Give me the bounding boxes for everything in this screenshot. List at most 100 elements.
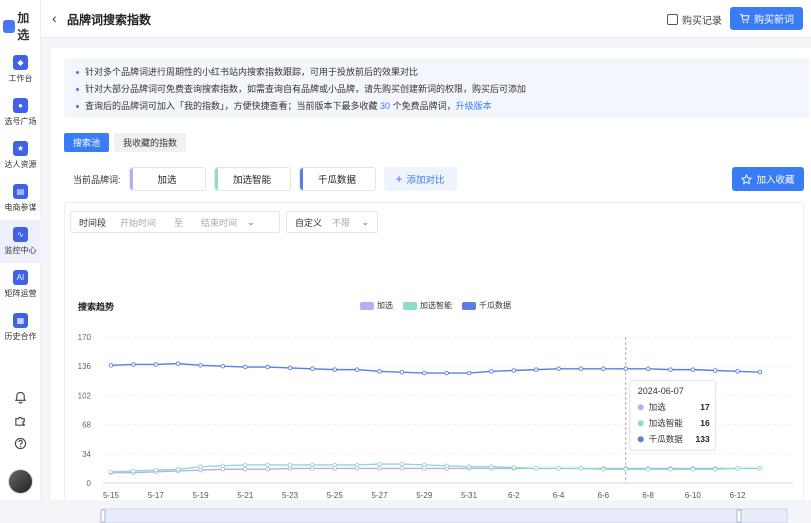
sidebar-item[interactable]: ▦ 历史合作 bbox=[0, 306, 41, 349]
main-panel: 针对多个品牌词进行周期性的小红书站内搜索指数跟踪，可用于投放前后的效果对比 针对… bbox=[51, 48, 811, 523]
data-point bbox=[444, 370, 449, 376]
puzzle-icon[interactable] bbox=[0, 409, 41, 432]
notice-text: 个免费品牌词， bbox=[392, 101, 456, 111]
sidebar-item[interactable]: ▤ 电商参谋 bbox=[0, 177, 41, 220]
data-point bbox=[489, 369, 494, 374]
logo-icon bbox=[3, 19, 16, 33]
sidebar: 加选 ◆ 工作台 ● 选号广场 ★ 达人资源 ▤ 电商参谋 ∿ 监控中心 AI 矩阵运营 ▦ 历史合作 bbox=[0, 0, 41, 500]
tooltip-marker bbox=[637, 436, 644, 443]
data-point bbox=[265, 462, 270, 468]
sidebar-item-label: 历史合作 bbox=[4, 332, 37, 341]
star-folder-icon: ★ bbox=[13, 141, 28, 156]
top-bar: ‹ 品牌词搜索指数 购买记录 购买新词 bbox=[41, 0, 811, 38]
legend-item[interactable]: 加选智能 bbox=[403, 300, 452, 311]
zoom-handle-right[interactable] bbox=[736, 509, 742, 523]
data-point bbox=[757, 369, 763, 375]
notice-text: 查询后的品牌词可加入「我的指数」，方便快捷查看；当前版本下最多收藏 bbox=[85, 101, 378, 111]
tooltip-date: 2024-06-07 bbox=[638, 386, 684, 396]
data-point bbox=[108, 363, 114, 368]
tooltip-value: 17 bbox=[700, 402, 710, 412]
filter-bar: 时间段 开始时间 至 结束时间 ⌄ 自定义 不限 ⌄ bbox=[70, 211, 378, 233]
data-point bbox=[332, 462, 338, 468]
brand-name: 加选智能 bbox=[233, 175, 272, 186]
data-point bbox=[533, 367, 539, 372]
data-point bbox=[131, 362, 136, 367]
period-label: 时间段 bbox=[79, 217, 107, 228]
data-point bbox=[466, 370, 472, 376]
brand-chip[interactable]: 加选智能 bbox=[213, 167, 291, 191]
data-point bbox=[712, 368, 718, 373]
end-date-input[interactable]: 结束时间 bbox=[201, 216, 237, 229]
sidebar-item-label: 选号广场 bbox=[4, 117, 37, 126]
trend-chart[interactable]: 0 34 68 102 136 170 5-15 5-17 5-19 5-21 5-23 5-25 5-… bbox=[65, 323, 803, 523]
data-point bbox=[533, 466, 539, 471]
custom-select[interactable]: 自定义 不限 ⌄ bbox=[286, 211, 378, 233]
x-tick-label: 5-27 bbox=[372, 491, 389, 500]
sidebar-item-label: 工作台 bbox=[8, 74, 33, 83]
avatar[interactable] bbox=[8, 469, 33, 494]
zoom-handle-left[interactable] bbox=[100, 509, 106, 523]
tooltip-value: 16 bbox=[700, 418, 710, 428]
data-point bbox=[623, 366, 628, 372]
sidebar-item[interactable]: ◆ 工作台 bbox=[0, 48, 41, 91]
data-point bbox=[198, 464, 203, 469]
buy-new-word-button[interactable]: 购买新词 bbox=[730, 7, 803, 30]
tooltip-series-name: 加选 bbox=[649, 402, 667, 412]
purchase-record-link[interactable]: 购买记录 bbox=[667, 12, 722, 27]
document-icon bbox=[667, 14, 678, 25]
tooltip-marker bbox=[637, 420, 644, 427]
brand-chip[interactable]: 千瓜数据 bbox=[298, 167, 376, 191]
chart-title: 搜索趋势 bbox=[78, 302, 115, 312]
brand-selector: 当前品牌词: 加选 加选智能 千瓜数据 + 添加对比 bbox=[73, 167, 457, 191]
sidebar-item[interactable]: AI 矩阵运营 bbox=[0, 263, 41, 306]
add-favorite-button[interactable]: 加入收藏 bbox=[732, 167, 804, 191]
tooltip-value: 133 bbox=[696, 434, 710, 444]
data-point bbox=[287, 365, 293, 371]
data-point bbox=[690, 467, 696, 472]
x-tick-label: 5-25 bbox=[327, 491, 344, 500]
data-point bbox=[243, 364, 248, 370]
brand-chip[interactable]: 加选 bbox=[128, 167, 206, 191]
plus-icon: + bbox=[395, 172, 403, 186]
x-tick-label: 6-8 bbox=[642, 491, 654, 500]
chart-legend: 加选 加选智能 千瓜数据 bbox=[360, 300, 511, 311]
user-icon: ● bbox=[13, 98, 28, 113]
data-point bbox=[287, 462, 293, 468]
data-point bbox=[354, 367, 360, 372]
legend-swatch bbox=[360, 301, 374, 310]
data-point bbox=[399, 369, 405, 375]
date-range-picker[interactable]: 时间段 开始时间 至 结束时间 ⌄ bbox=[70, 211, 280, 233]
app-logo[interactable]: 加选 bbox=[3, 9, 40, 43]
start-date-input[interactable]: 开始时间 bbox=[120, 216, 156, 229]
data-point bbox=[668, 467, 673, 472]
zoom-slider-track bbox=[102, 508, 788, 523]
data-point bbox=[444, 463, 449, 469]
add-compare-button[interactable]: + 添加对比 bbox=[383, 167, 457, 191]
sidebar-item[interactable]: ● 选号广场 bbox=[0, 91, 41, 134]
chevron-down-icon: ⌄ bbox=[361, 216, 369, 227]
legend-swatch bbox=[403, 301, 417, 310]
x-tick-label: 5-29 bbox=[416, 491, 433, 500]
data-point bbox=[511, 368, 517, 373]
help-icon[interactable] bbox=[0, 432, 41, 455]
data-point bbox=[108, 469, 114, 475]
legend-item[interactable]: 千瓜数据 bbox=[462, 300, 511, 311]
page-title: 品牌词搜索指数 bbox=[67, 13, 152, 27]
tab-my-favorites[interactable]: 我收藏的指数 bbox=[114, 133, 187, 152]
data-point bbox=[623, 467, 628, 472]
bell-icon[interactable] bbox=[0, 386, 41, 409]
legend-swatch bbox=[462, 301, 476, 310]
back-arrow-icon[interactable]: ‹ bbox=[52, 10, 57, 26]
x-tick-label: 5-19 bbox=[193, 491, 210, 500]
data-point bbox=[243, 467, 248, 472]
sidebar-item[interactable]: ∿ 监控中心 bbox=[0, 220, 41, 263]
tooltip-series-name: 千瓜数据 bbox=[649, 434, 684, 444]
legend-item[interactable]: 加选 bbox=[360, 300, 393, 311]
data-point bbox=[377, 461, 382, 467]
sidebar-item[interactable]: ★ 达人资源 bbox=[0, 134, 41, 177]
free-limit-count: 30 bbox=[380, 101, 391, 111]
brand-label: 当前品牌词: bbox=[73, 174, 121, 185]
data-point bbox=[399, 466, 405, 471]
upgrade-link[interactable]: 升级版本 bbox=[456, 101, 492, 111]
tab-search-pool[interactable]: 搜索池 bbox=[64, 133, 110, 152]
